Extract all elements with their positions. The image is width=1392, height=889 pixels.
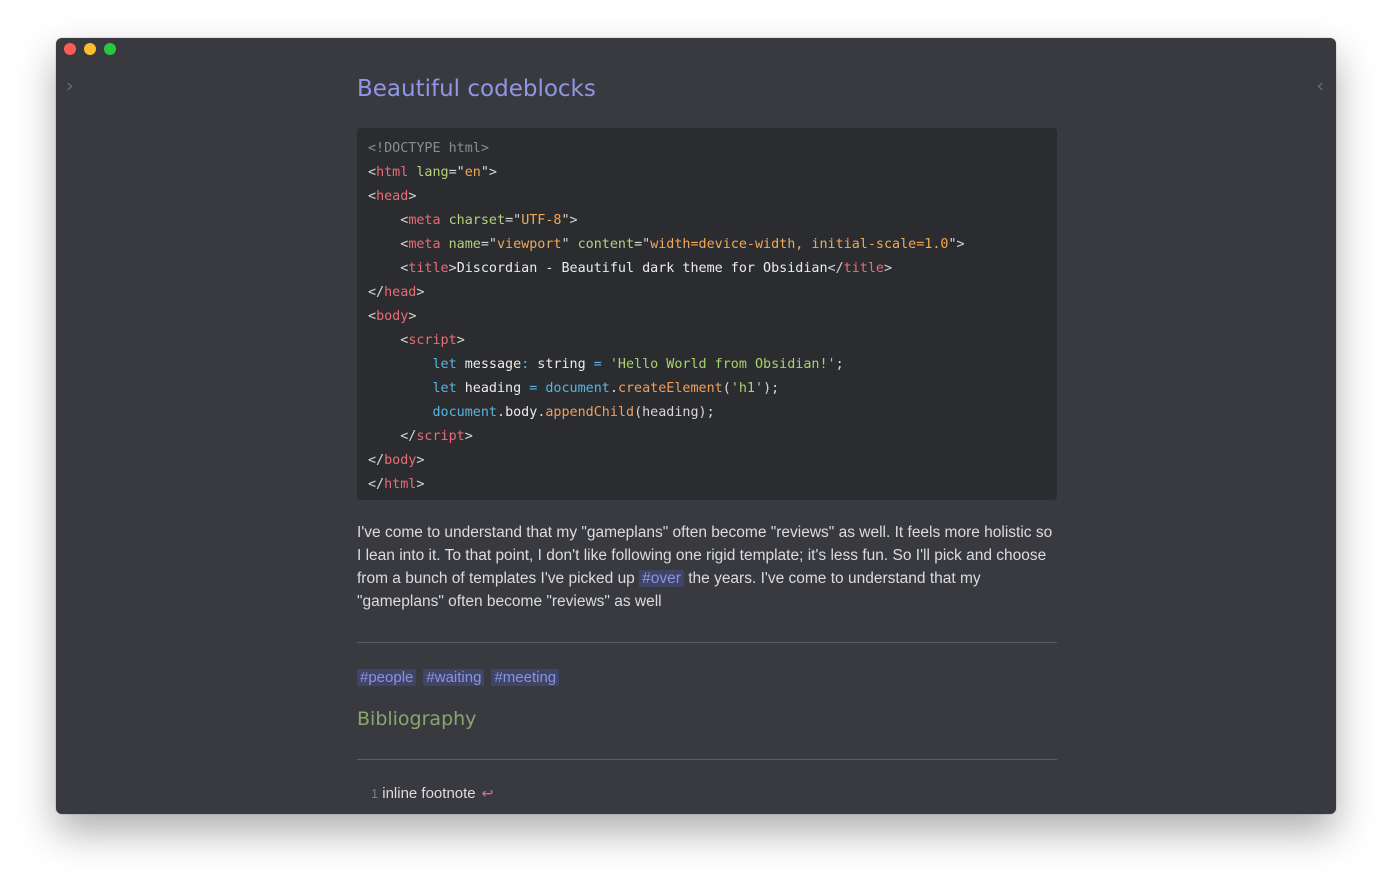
footnote-number: 1	[371, 786, 379, 801]
code-block: <!DOCTYPE html> <html lang="en"> <head> <m…	[357, 128, 1057, 500]
inline-tag-over[interactable]: #over	[639, 570, 684, 587]
code-line: </html>	[368, 477, 425, 492]
minimize-window-button[interactable]	[84, 43, 96, 55]
window-controls	[64, 43, 116, 55]
tag-meeting[interactable]: #meeting	[491, 669, 560, 686]
maximize-window-button[interactable]	[104, 43, 116, 55]
expand-left-sidebar-icon[interactable]: ›	[66, 76, 74, 96]
code-line: </script>	[368, 429, 473, 444]
code-line: <body>	[368, 309, 417, 324]
code-line: </head>	[368, 285, 425, 300]
code-text: <!DOCTYPE html> <html lang="en"> <head> <m…	[357, 128, 1057, 506]
app-window: › ‹ Beautiful codeblocks <!DOCTYPE html>…	[56, 38, 1336, 814]
expand-right-sidebar-icon[interactable]: ‹	[1316, 76, 1324, 96]
tag-list: #people #waiting #meeting	[357, 669, 560, 686]
code-line: <script>	[368, 333, 465, 348]
code-line: <meta charset="UTF-8">	[368, 213, 578, 228]
code-line: let message: string = 'Hello World from …	[432, 357, 844, 372]
code-line: let heading = document.createElement('h1…	[432, 381, 780, 396]
note-title: Beautiful codeblocks	[357, 76, 596, 102]
code-line: <title>Discordian - Beautiful dark theme…	[368, 261, 893, 276]
code-line: <html lang="en">	[368, 165, 497, 180]
code-line: <!DOCTYPE html>	[368, 141, 489, 156]
divider	[357, 642, 1057, 643]
footnotes-divider	[357, 759, 1057, 760]
bibliography-heading: Bibliography	[357, 708, 477, 730]
code-line: </body>	[368, 453, 425, 468]
code-line: <head>	[368, 189, 417, 204]
close-window-button[interactable]	[64, 43, 76, 55]
code-line: document.body.appendChild(heading);	[432, 405, 715, 420]
tag-waiting[interactable]: #waiting	[423, 669, 485, 686]
body-paragraph: I've come to understand that my "gamepla…	[357, 521, 1057, 613]
footnote-text: inline footnote	[382, 785, 476, 802]
footnote-item: 1 inline footnote ↩	[371, 785, 493, 802]
tag-people[interactable]: #people	[357, 669, 417, 686]
footnote-backref-icon[interactable]: ↩	[482, 786, 494, 802]
code-line: <meta name="viewport" content="width=dev…	[368, 237, 965, 252]
